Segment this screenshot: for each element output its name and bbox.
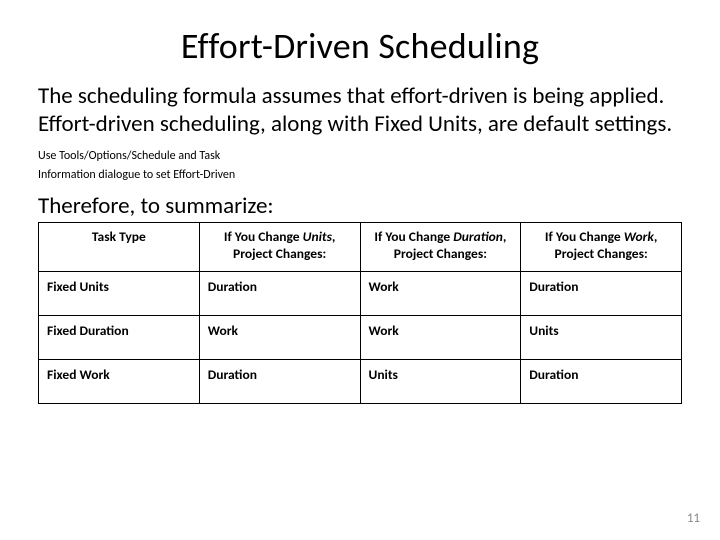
col-text: If You Change	[374, 228, 453, 245]
col-change-work: If You Change Work, Project Changes:	[521, 223, 682, 272]
col-change-duration: If You Change Duration, Project Changes:	[360, 223, 521, 272]
table-header-row: Task Type If You Change Units, Project C…	[39, 223, 682, 272]
cell: Work	[360, 315, 521, 359]
page-number: 11	[687, 511, 700, 526]
col-text: If You Change	[224, 228, 303, 245]
slide: Effort-Driven Scheduling The scheduling …	[0, 0, 720, 540]
intro-hint-inline: Use Tools/Options/Schedule and Task	[38, 149, 220, 163]
col-em: Units	[303, 228, 332, 245]
table-row: Fixed Work Duration Units Duration	[39, 359, 682, 403]
col-text: If You Change	[545, 228, 624, 245]
col-task-type: Task Type	[39, 223, 200, 272]
intro-hint-line2: Information dialogue to set Effort-Drive…	[38, 168, 682, 182]
cell: Duration	[199, 359, 360, 403]
cell: Duration	[521, 271, 682, 315]
col-em: Duration	[453, 228, 503, 245]
summary-table: Task Type If You Change Units, Project C…	[38, 222, 682, 404]
col-em: Work	[624, 228, 654, 245]
cell: Duration	[199, 271, 360, 315]
row-label: Fixed Duration	[39, 315, 200, 359]
cell: Units	[521, 315, 682, 359]
cell: Duration	[521, 359, 682, 403]
summary-line: Therefore, to summarize:	[38, 192, 682, 220]
row-label: Fixed Units	[39, 271, 200, 315]
slide-title: Effort-Driven Scheduling	[38, 24, 682, 68]
intro-paragraph: The scheduling formula assumes that effo…	[38, 82, 682, 166]
cell: Units	[360, 359, 521, 403]
cell: Work	[360, 271, 521, 315]
row-label: Fixed Work	[39, 359, 200, 403]
col-change-units: If You Change Units, Project Changes:	[199, 223, 360, 272]
table-row: Fixed Duration Work Work Units	[39, 315, 682, 359]
cell: Work	[199, 315, 360, 359]
table-row: Fixed Units Duration Work Duration	[39, 271, 682, 315]
intro-main-text: The scheduling formula assumes that effo…	[38, 82, 672, 138]
